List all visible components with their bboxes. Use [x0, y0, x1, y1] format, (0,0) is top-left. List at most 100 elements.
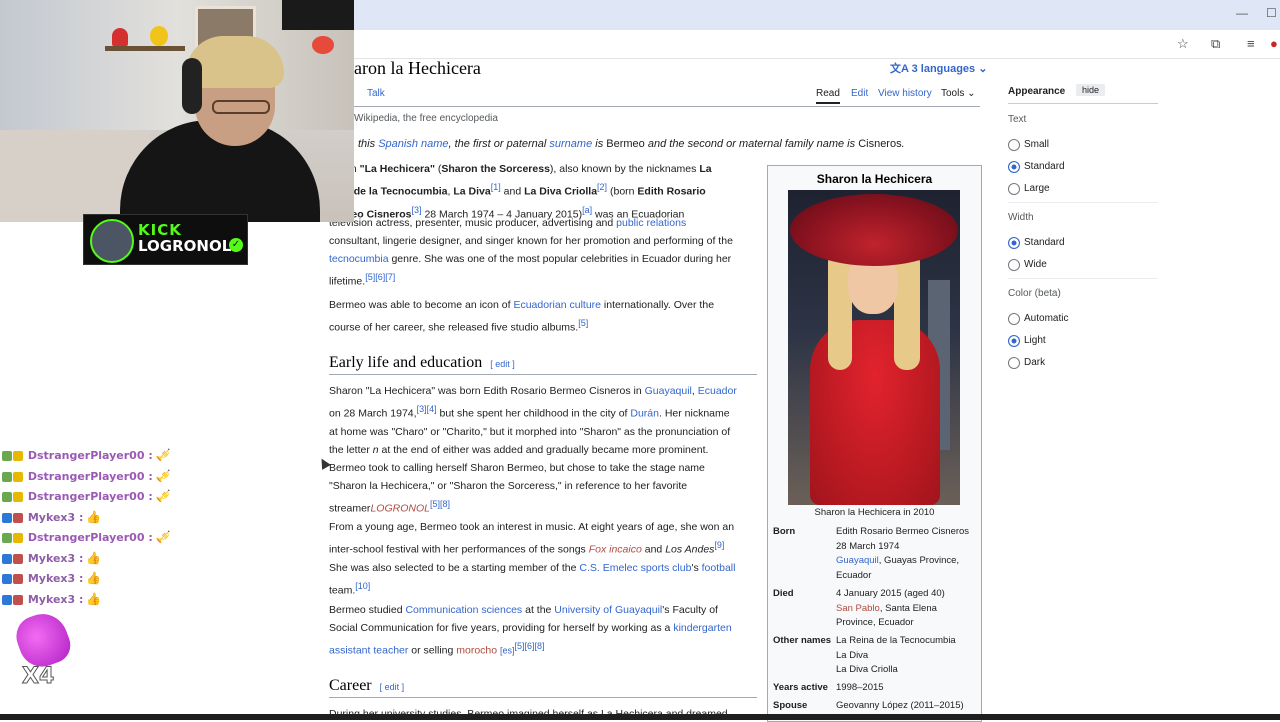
link-university-guayaquil[interactable]: University of Guayaquil — [554, 604, 662, 616]
link-communication-sciences[interactable]: Communication sciences — [405, 604, 522, 616]
badge-icon — [2, 594, 12, 605]
chat-emote: 👍 — [86, 591, 102, 606]
chat-emote: 👍 — [86, 550, 102, 565]
hatnote: this Spanish name, the first or paternal… — [358, 138, 905, 150]
tab-view-history[interactable]: View history — [878, 88, 932, 99]
chat-emote: 🎺 — [155, 489, 171, 503]
chat-message: Mykex3 : 👍 — [2, 592, 101, 610]
infobox-row-years-active: Years active 1998–2015 — [773, 682, 884, 693]
badge-icon — [13, 574, 23, 584]
chat-message: DstrangerPlayer00 : 🎺 — [2, 530, 171, 548]
verified-icon: ✓ — [229, 238, 243, 252]
chat-username: DstrangerPlayer00 — [24, 449, 145, 462]
link-es[interactable]: [es] — [500, 646, 515, 656]
link-public-relations[interactable]: public relations — [616, 217, 686, 229]
heading-early-life: Early life and education[ edit ] — [329, 354, 757, 375]
tab-read[interactable]: Read — [816, 88, 840, 104]
hatnote-link-spanish-name[interactable]: Spanish name — [378, 138, 448, 150]
edit-section-career[interactable]: edit — [385, 682, 400, 692]
badge-icon — [13, 471, 23, 482]
chat-message: Mykex3 : 👍 — [2, 571, 101, 589]
infobox-row-other-names: Other names La Reina de la Tecnocumbia La… — [773, 635, 956, 675]
chat-username: Mykex3 — [24, 510, 76, 524]
infobox-row-born: Born Edith Rosario Bermeo Cisneros 28 Mar… — [773, 526, 970, 581]
languages-button[interactable]: 文A 3 languages ⌄ — [890, 60, 987, 76]
ref-a[interactable]: [a] — [582, 205, 592, 215]
ref-3-4[interactable]: [3][4] — [417, 404, 437, 414]
badge-icon — [2, 512, 12, 523]
link-logronol[interactable]: LOGRONOL — [370, 502, 430, 514]
appearance-heading: Appearance — [1008, 86, 1066, 97]
ref-3[interactable]: [3] — [412, 205, 422, 215]
divider — [1008, 278, 1158, 279]
chat-separator: : — [144, 469, 153, 483]
link-born-guayaquil[interactable]: Guayaquil — [836, 555, 879, 566]
paragraph-early-life: Sharon "La Hechicera" was born Edith Ros… — [329, 385, 737, 514]
infobox-row-died: Died 4 January 2015 (aged 40) San Pablo, … — [773, 588, 945, 628]
appearance-hide-button[interactable]: hide — [1076, 84, 1106, 96]
chat-emote: 🎺 — [155, 468, 171, 483]
badge-icon — [13, 533, 23, 543]
intro-paragraph-cont: television actress, presenter, music pro… — [329, 217, 733, 288]
star-icon[interactable]: ☆ — [1177, 36, 1189, 52]
ref-5-6-8[interactable]: [5][6][8] — [515, 641, 545, 651]
chat-username: Mykex3 — [24, 592, 76, 606]
infobox: Sharon la Hechicera Sharon la Hechicera … — [767, 165, 982, 722]
ref-5-8[interactable]: [5][8] — [430, 499, 450, 509]
ref-10[interactable]: [10] — [355, 581, 370, 591]
link-emelec[interactable]: C.S. Emelec sports club — [579, 562, 691, 574]
tab-edit[interactable]: Edit — [851, 88, 868, 99]
badge-icon — [2, 533, 12, 543]
link-morocho[interactable]: morocho — [456, 645, 497, 657]
link-died-san-pablo[interactable]: San Pablo — [836, 603, 880, 614]
ref-5-6-7[interactable]: [5][6][7] — [365, 272, 395, 282]
chat-username: DstrangerPlayer00 — [24, 531, 145, 544]
tagline: Wikipedia, the free encyclopedia — [354, 113, 498, 124]
tab-tools[interactable]: Tools ⌄ — [941, 88, 976, 99]
badge-icon — [2, 471, 12, 482]
link-football[interactable]: football — [702, 562, 736, 574]
link-tecnocumbia[interactable]: tecnocumbia — [329, 253, 389, 265]
edit-section-early-life[interactable]: edit — [495, 359, 510, 369]
text-size-label: Text — [1008, 114, 1027, 125]
chat-emote: 🎺 — [155, 530, 171, 544]
paragraph-music: From a young age, Bermeo took an interes… — [329, 521, 736, 596]
translate-icon: 文A — [890, 63, 912, 75]
link-assistant-teacher[interactable]: assistant teacher — [329, 645, 408, 657]
link-ecuador[interactable]: Ecuador — [698, 385, 737, 397]
media-icon[interactable]: ≡ — [1247, 36, 1255, 51]
badge-icon — [2, 451, 12, 461]
extensions-icon[interactable]: ⧉ — [1211, 36, 1220, 52]
profile-icon[interactable]: ● — [1270, 36, 1278, 51]
infobox-row-spouse: Spouse Geovanny López (2011–2015) — [773, 700, 964, 711]
tab-talk[interactable]: Talk — [367, 88, 385, 99]
link-kindergarten[interactable]: kindergarten — [673, 622, 731, 634]
link-duran[interactable]: Durán — [630, 408, 659, 420]
badge-icon — [13, 512, 23, 523]
ref-2[interactable]: [2] — [597, 182, 607, 192]
chat-separator: : — [75, 551, 84, 565]
badge-icon — [2, 492, 12, 502]
chat-username: Mykex3 — [24, 572, 76, 585]
article-title: aron la Hechicera — [354, 58, 481, 78]
ref-5[interactable]: [5] — [578, 318, 588, 328]
channel-name: LOGRONOL — [138, 237, 232, 255]
link-ecuadorian-culture[interactable]: Ecuadorian culture — [513, 299, 601, 311]
infobox-caption: Sharon la Hechicera in 2010 — [814, 507, 935, 518]
paragraph-career: During her university studies, Bermeo im… — [329, 708, 728, 714]
badge-icon — [13, 451, 23, 461]
badge-icon — [13, 553, 23, 564]
minimize-button[interactable]: — — [1236, 6, 1248, 20]
chat-message: DstrangerPlayer00 : 🎺 — [2, 469, 171, 487]
page-tabs: Talk Read Edit View history Tools ⌄ — [340, 88, 980, 107]
ref-1[interactable]: [1] — [491, 182, 501, 192]
link-fox-incaico[interactable]: Fox incaico — [589, 544, 642, 556]
chat-separator: : — [75, 592, 84, 606]
hatnote-link-surname[interactable]: surname — [549, 138, 592, 150]
infobox-photo[interactable] — [788, 190, 960, 505]
divider — [1008, 202, 1158, 203]
ref-9[interactable]: [9] — [714, 540, 724, 550]
maximize-button[interactable]: ☐ — [1266, 6, 1277, 20]
chat-message: Mykex3 : 👍 — [2, 551, 101, 569]
link-guayaquil[interactable]: Guayaquil — [645, 385, 692, 397]
